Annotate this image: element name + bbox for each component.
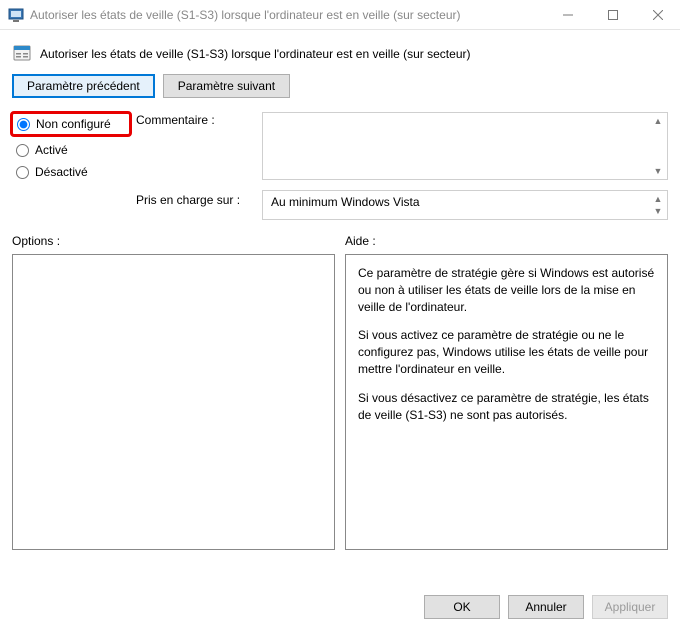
maximize-button[interactable]: [590, 0, 635, 29]
help-label: Aide :: [345, 234, 668, 248]
ok-button[interactable]: OK: [424, 595, 500, 619]
app-icon: [8, 7, 24, 23]
cancel-button[interactable]: Annuler: [508, 595, 584, 619]
radio-not-configured[interactable]: Non configuré: [10, 111, 132, 137]
supported-on-label: Pris en charge sur :: [136, 193, 256, 213]
radio-enabled-label: Activé: [35, 143, 68, 157]
radio-disabled[interactable]: Désactivé: [12, 161, 130, 183]
help-paragraph: Si vous désactivez ce paramètre de strat…: [358, 390, 655, 424]
options-label: Options :: [12, 234, 335, 248]
apply-button[interactable]: Appliquer: [592, 595, 668, 619]
help-paragraph: Ce paramètre de stratégie gère si Window…: [358, 265, 655, 315]
supported-scroll-down-icon[interactable]: ▼: [650, 204, 666, 218]
supported-on-field: Au minimum Windows Vista ▲ ▼: [262, 190, 668, 220]
heading-row: Autoriser les états de veille (S1-S3) lo…: [12, 40, 668, 74]
comment-scroll-down-icon[interactable]: ▼: [650, 164, 666, 178]
help-paragraph: Si vous activez ce paramètre de stratégi…: [358, 327, 655, 377]
radio-disabled-input[interactable]: [16, 166, 29, 179]
help-panel: Ce paramètre de stratégie gère si Window…: [345, 254, 668, 550]
next-setting-button[interactable]: Paramètre suivant: [163, 74, 290, 98]
close-button[interactable]: [635, 0, 680, 29]
supported-on-value: Au minimum Windows Vista: [271, 195, 420, 209]
minimize-button[interactable]: [545, 0, 590, 29]
dialog-footer: OK Annuler Appliquer: [424, 595, 668, 619]
policy-icon: [12, 44, 32, 64]
comment-scroll-up-icon[interactable]: ▲: [650, 114, 666, 128]
heading-text: Autoriser les états de veille (S1-S3) lo…: [40, 47, 470, 61]
titlebar: Autoriser les états de veille (S1-S3) lo…: [0, 0, 680, 30]
radio-enabled-input[interactable]: [16, 144, 29, 157]
comment-field[interactable]: ▲ ▼: [262, 112, 668, 180]
radio-enabled[interactable]: Activé: [12, 139, 130, 161]
window-title: Autoriser les états de veille (S1-S3) lo…: [30, 8, 545, 22]
radio-not-configured-label: Non configuré: [36, 117, 111, 131]
options-panel: [12, 254, 335, 550]
radio-disabled-label: Désactivé: [35, 165, 88, 179]
comment-label: Commentaire :: [136, 113, 256, 133]
radio-not-configured-input[interactable]: [17, 118, 30, 131]
previous-setting-button[interactable]: Paramètre précédent: [12, 74, 155, 98]
